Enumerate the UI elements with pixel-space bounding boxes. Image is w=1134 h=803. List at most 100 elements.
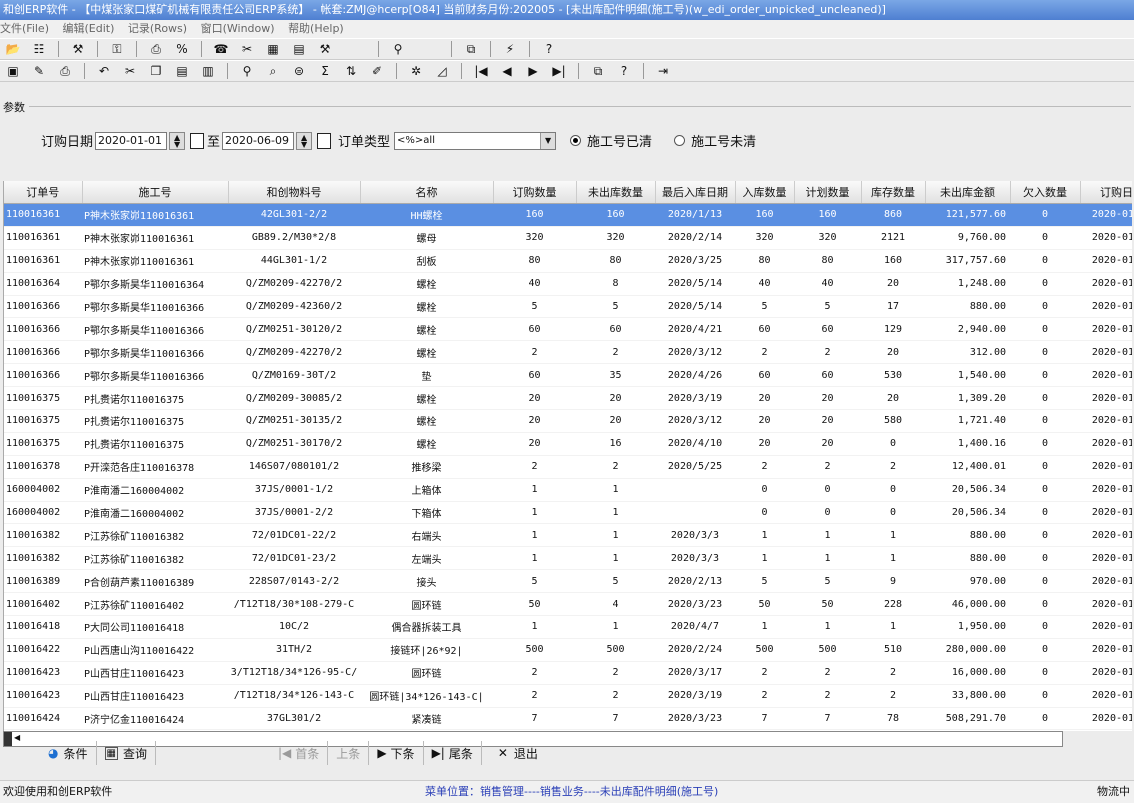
- table-cell[interactable]: 10C/2: [228, 615, 360, 639]
- table-cell[interactable]: P鄂尔多斯昊华110016364: [82, 272, 228, 296]
- table-cell[interactable]: 2020-01-03: [1080, 409, 1132, 433]
- table-cell[interactable]: 2121: [861, 226, 925, 250]
- table-cell[interactable]: 20: [794, 386, 861, 411]
- table-cell[interactable]: 110016378: [4, 455, 82, 479]
- chart-icon[interactable]: ▤: [288, 40, 310, 58]
- table-cell[interactable]: 110016422: [4, 638, 82, 662]
- table-cell[interactable]: 1: [493, 478, 576, 502]
- table-cell[interactable]: 2: [794, 684, 861, 708]
- save-icon[interactable]: ▣: [2, 62, 24, 80]
- table-cell[interactable]: 2020/5/14: [655, 272, 735, 296]
- table-cell[interactable]: 2020/1/13: [655, 203, 735, 227]
- table-cell[interactable]: P扎赉诺尔110016375: [82, 409, 228, 433]
- table-cell[interactable]: 2: [493, 684, 576, 708]
- table-cell[interactable]: 2: [735, 684, 794, 708]
- table-cell[interactable]: 78: [861, 707, 925, 731]
- tool3-icon[interactable]: ⚒: [314, 40, 336, 58]
- table-cell[interactable]: 1: [576, 546, 655, 571]
- table-cell[interactable]: 110016361: [4, 249, 82, 273]
- table-cell[interactable]: 16: [576, 432, 655, 456]
- table-cell[interactable]: 20: [735, 409, 794, 433]
- menu-file[interactable]: 文件(File): [0, 22, 49, 35]
- help-icon[interactable]: ?: [538, 40, 560, 58]
- table-cell[interactable]: 2: [735, 455, 794, 479]
- table-cell[interactable]: 1: [493, 546, 576, 571]
- table-cell[interactable]: 160: [794, 203, 861, 227]
- table-cell[interactable]: 1,309.20: [925, 386, 1010, 411]
- table-cell[interactable]: Q/ZM0251-30170/2: [228, 432, 360, 456]
- table-cell[interactable]: 72/01DC01-23/2: [228, 546, 360, 571]
- table-cell[interactable]: P江苏徐矿110016402: [82, 592, 228, 617]
- table-cell[interactable]: 320: [794, 226, 861, 250]
- table-cell[interactable]: 2020/4/21: [655, 317, 735, 342]
- copy-icon[interactable]: ❐: [145, 62, 167, 80]
- table-cell[interactable]: 2020/3/3: [655, 546, 735, 571]
- table-cell[interactable]: P鄂尔多斯昊华110016366: [82, 295, 228, 319]
- col-work-no[interactable]: 施工号: [82, 181, 229, 204]
- table-cell[interactable]: 0: [1010, 363, 1080, 388]
- table-cell[interactable]: 970.00: [925, 569, 1010, 594]
- menu-edit[interactable]: 编辑(Edit): [63, 22, 115, 35]
- table-row[interactable]: 110016366 P鄂尔多斯昊华110016366 Q/ZM0251-30120/…: [4, 317, 1132, 342]
- table-cell[interactable]: 接头: [360, 569, 493, 594]
- table-cell[interactable]: P开滦范各庄110016378: [82, 455, 228, 479]
- table-cell[interactable]: 2020/2/13: [655, 569, 735, 594]
- table-cell[interactable]: 5: [794, 295, 861, 319]
- sort-icon[interactable]: ⇅: [340, 62, 362, 80]
- table-cell[interactable]: 2020-01-15: [1080, 615, 1132, 639]
- table-cell[interactable]: 80: [576, 249, 655, 273]
- table-cell[interactable]: 0: [1010, 432, 1080, 456]
- table-cell[interactable]: 37GL301/2: [228, 707, 360, 731]
- table-cell[interactable]: 偶合器拆装工具: [360, 615, 493, 639]
- table-cell[interactable]: 5: [735, 295, 794, 319]
- table-cell[interactable]: 0: [1010, 569, 1080, 594]
- table-cell[interactable]: 320: [493, 226, 576, 250]
- table-cell[interactable]: 110016366: [4, 317, 82, 342]
- table-cell[interactable]: 2020/2/14: [655, 226, 735, 250]
- table-cell[interactable]: 0: [1010, 661, 1080, 685]
- table-cell[interactable]: 160: [735, 203, 794, 227]
- table-cell[interactable]: 5: [794, 569, 861, 594]
- radio-uncleared[interactable]: 施工号未清: [674, 131, 756, 150]
- exit-button[interactable]: ✕ 退出: [490, 741, 546, 765]
- table-cell[interactable]: 下箱体: [360, 501, 493, 525]
- table-cell[interactable]: 160: [861, 249, 925, 273]
- table-cell[interactable]: P江苏徐矿110016382: [82, 546, 228, 571]
- table-cell[interactable]: 880.00: [925, 523, 1010, 548]
- table-cell[interactable]: 880.00: [925, 295, 1010, 319]
- calendar-icon[interactable]: [317, 132, 332, 149]
- table-cell[interactable]: 0: [1010, 638, 1080, 662]
- table-cell[interactable]: 160004002: [4, 478, 82, 502]
- first-button[interactable]: |◀ 首条: [270, 741, 329, 765]
- table-cell[interactable]: P江苏徐矿110016382: [82, 523, 228, 548]
- table-cell[interactable]: 2: [794, 455, 861, 479]
- table-cell[interactable]: 80: [794, 249, 861, 273]
- table-cell[interactable]: 44GL301-1/2: [228, 249, 360, 273]
- table-cell[interactable]: 320: [735, 226, 794, 250]
- table-cell[interactable]: 2: [861, 661, 925, 685]
- table-cell[interactable]: 2020/3/25: [655, 249, 735, 273]
- filter-button[interactable]: ◕ 条件: [40, 741, 97, 765]
- table-cell[interactable]: 110016375: [4, 432, 82, 456]
- open-icon[interactable]: 📂: [2, 40, 24, 58]
- order-type-select[interactable]: <%>all ▼: [394, 131, 557, 150]
- menu-rows[interactable]: 记录(Rows): [128, 22, 187, 35]
- table-cell[interactable]: 2020-01-02: [1080, 249, 1132, 273]
- calendar-icon[interactable]: [190, 132, 205, 149]
- table-cell[interactable]: 20: [794, 409, 861, 433]
- table-cell[interactable]: 228S07/0143-2/2: [228, 569, 360, 594]
- date-to-spinner[interactable]: ▲ ▼: [296, 131, 313, 150]
- table-cell[interactable]: 螺栓: [360, 272, 493, 296]
- table-cell[interactable]: HH螺栓: [360, 203, 493, 227]
- table-row[interactable]: 110016382 P江苏徐矿110016382 72/01DC01-23/2 左端头…: [4, 546, 1132, 571]
- table-cell[interactable]: 7: [794, 707, 861, 731]
- table-row[interactable]: 110016402 P江苏徐矿110016402/T12T18/30*108-27…: [4, 592, 1132, 617]
- table-cell[interactable]: 31TH/2: [228, 638, 360, 662]
- table-cell[interactable]: 110016424: [4, 707, 82, 731]
- table-cell[interactable]: 500: [794, 638, 861, 662]
- table-cell[interactable]: 0: [1010, 707, 1080, 731]
- table-cell[interactable]: 60: [493, 317, 576, 342]
- table-cell[interactable]: 0: [794, 478, 861, 502]
- table-cell[interactable]: 2020/3/19: [655, 386, 735, 411]
- table-cell[interactable]: 20,506.34: [925, 501, 1010, 525]
